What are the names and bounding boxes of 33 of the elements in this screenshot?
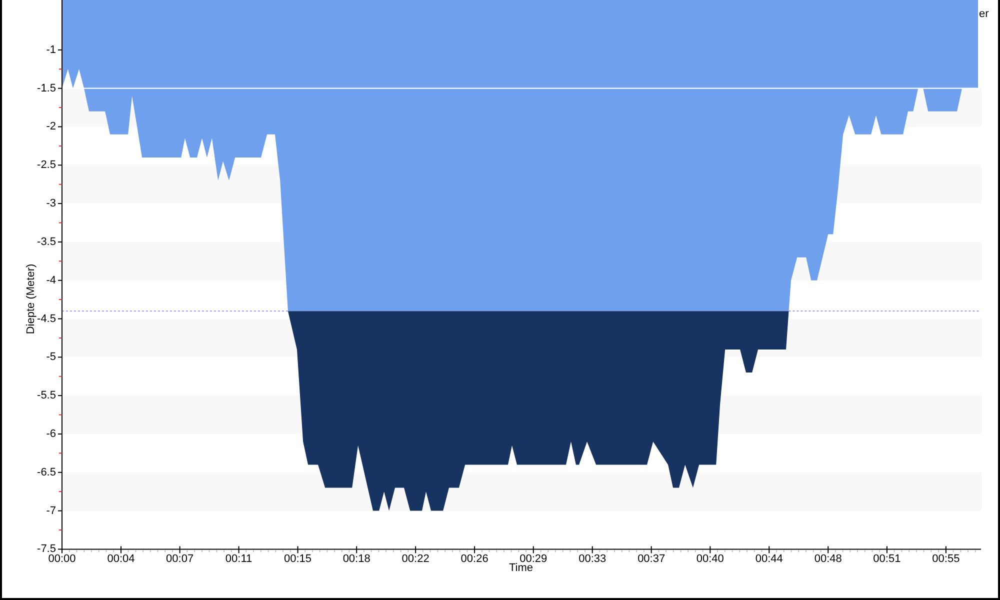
y-tick-label: -4 bbox=[46, 274, 56, 286]
y-tick-label: -2 bbox=[46, 120, 56, 133]
x-tick-label: 00:51 bbox=[873, 553, 901, 565]
x-tick-label: 00:48 bbox=[814, 553, 842, 565]
y-tick-label: -3 bbox=[46, 198, 56, 210]
x-tick-label: 00:07 bbox=[166, 553, 194, 565]
x-tick-label: 00:29 bbox=[520, 553, 548, 565]
x-tick-label: 00:18 bbox=[342, 553, 370, 565]
x-tick-label: 00:37 bbox=[638, 553, 666, 565]
x-tick-label: 00:00 bbox=[48, 553, 76, 565]
y-tick-label: -1 bbox=[46, 44, 56, 56]
legend-text: er bbox=[979, 8, 989, 20]
x-tick-label: 00:11 bbox=[225, 553, 252, 565]
y-tick-label: -5 bbox=[46, 351, 56, 364]
x-tick-label: 00:22 bbox=[402, 553, 430, 565]
x-tick-label: 00:04 bbox=[107, 553, 135, 565]
y-tick-label: -3.5 bbox=[37, 236, 56, 248]
y-tick-label: -1.5 bbox=[37, 82, 56, 94]
x-tick-label: 00:26 bbox=[460, 553, 488, 565]
y-tick-label: -5.5 bbox=[37, 390, 56, 402]
x-tick-label: 00:33 bbox=[578, 553, 606, 565]
x-tick-label: 00:55 bbox=[932, 553, 960, 565]
y-axis-title: Diepte (Meter) bbox=[25, 264, 37, 334]
y-tick-label: -7.5 bbox=[37, 543, 56, 556]
x-tick-label: 00:44 bbox=[755, 553, 783, 565]
y-tick-label: -6 bbox=[46, 428, 56, 440]
x-tick-label: 00:40 bbox=[696, 553, 724, 565]
x-axis-title: Time bbox=[508, 562, 534, 574]
y-tick-label: -7 bbox=[46, 504, 56, 517]
y-tick-label: -2.5 bbox=[37, 159, 56, 172]
x-tick-label: 00:15 bbox=[284, 553, 312, 565]
y-tick-label: -4.5 bbox=[37, 312, 56, 325]
y-tick-label: -6.5 bbox=[37, 466, 56, 478]
